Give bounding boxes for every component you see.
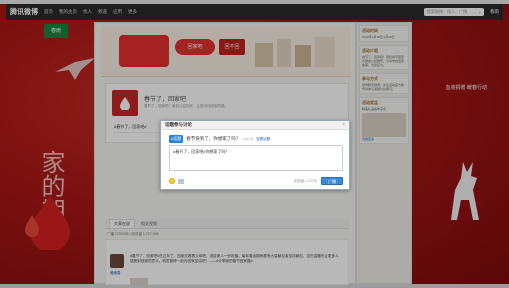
char-count: 还能输入120字 [293,178,317,183]
screen: 腾讯微博 首页 我的主页 找人 频道 应用 更多 搜索微博、找人、广播 ⌕ 春雨… [0,0,509,288]
topic-count: (1172) [243,137,254,141]
topic-tag: #话题 [169,135,184,143]
topic-dialog: 话题参与讨论 × #话题 春节快到了，你想家了吗？ (1172) 查看话题 还能… [160,120,350,190]
view-topic-link[interactable]: 查看话题 [256,137,270,142]
topic-question: 春节快到了，你想家了吗？ [186,136,241,141]
emoji-icon[interactable] [169,178,175,184]
post-content-textarea[interactable] [169,145,343,171]
dialog-footer: 还能输入120字 广播 [169,176,343,186]
image-icon[interactable] [178,178,184,184]
close-icon[interactable]: × [342,122,345,128]
dialog-title: 话题参与讨论 [165,122,192,127]
dialog-header: 话题参与讨论 × [161,121,349,130]
dialog-topic-row: #话题 春节快到了，你想家了吗？ (1172) 查看话题 [169,135,270,143]
send-button[interactable]: 广播 [321,177,343,185]
